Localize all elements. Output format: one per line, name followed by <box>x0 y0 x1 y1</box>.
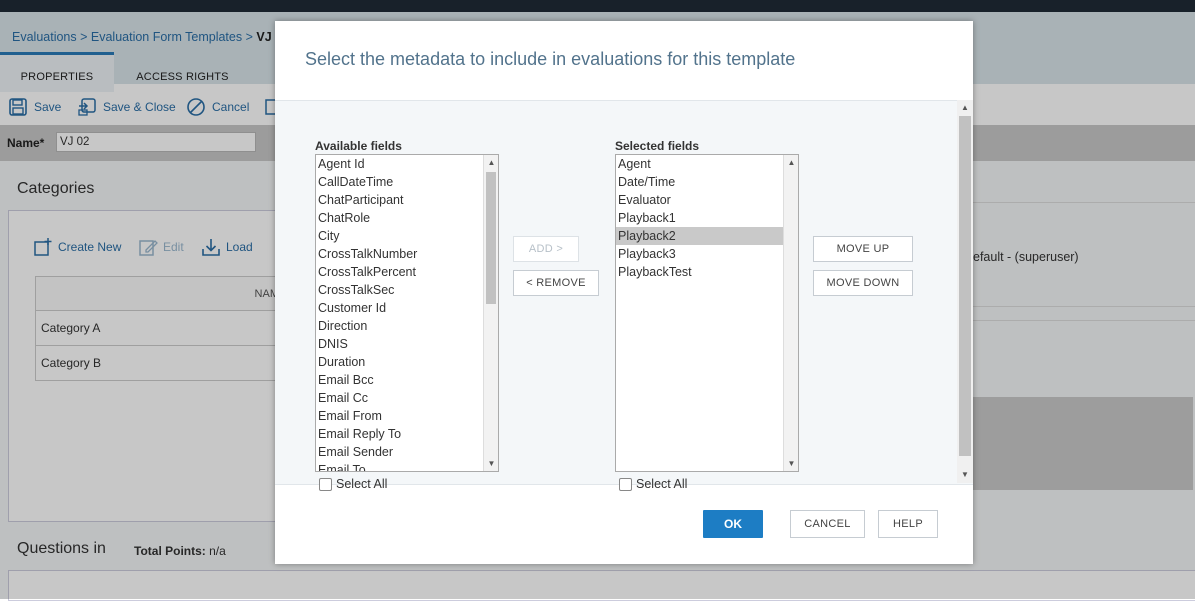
list-item[interactable]: ChatParticipant <box>316 191 498 209</box>
list-item[interactable]: Email Reply To <box>316 425 498 443</box>
list-item[interactable]: PlaybackTest <box>616 263 798 281</box>
list-item[interactable]: CallDateTime <box>316 173 498 191</box>
scroll-down-icon[interactable]: ▼ <box>484 456 498 471</box>
dialog-scrollbar[interactable]: ▲ ▼ <box>957 100 973 483</box>
selected-fields-list[interactable]: Agent Date/Time Evaluator Playback1 Playback… <box>615 154 799 472</box>
cancel-button[interactable]: CANCEL <box>790 510 865 538</box>
selected-list-scrollbar[interactable]: ▲ ▼ <box>783 155 798 471</box>
selected-select-all[interactable]: Select All <box>619 477 687 491</box>
available-fields-label: Available fields <box>315 139 402 153</box>
scroll-down-icon[interactable]: ▼ <box>784 456 798 471</box>
scroll-up-icon[interactable]: ▲ <box>784 155 798 170</box>
list-item[interactable]: Agent <box>616 155 798 173</box>
move-up-button[interactable]: MOVE UP <box>813 236 913 262</box>
metadata-dialog: Select the metadata to include in evalua… <box>275 21 973 564</box>
list-item[interactable]: Email Bcc <box>316 371 498 389</box>
list-item[interactable]: Date/Time <box>616 173 798 191</box>
list-item[interactable]: Email Cc <box>316 389 498 407</box>
list-item[interactable]: Email To <box>316 461 498 471</box>
available-fields-list[interactable]: Agent Id CallDateTime ChatParticipant ChatR… <box>315 154 499 472</box>
select-all-checkbox[interactable] <box>619 477 632 491</box>
scroll-down-icon[interactable]: ▼ <box>957 468 973 482</box>
select-all-label: Select All <box>636 477 688 491</box>
list-item[interactable]: Customer Id <box>316 299 498 317</box>
list-item[interactable]: Playback3 <box>616 245 798 263</box>
help-button[interactable]: HELP <box>878 510 938 538</box>
scroll-thumb[interactable] <box>959 116 971 456</box>
remove-button[interactable]: < REMOVE <box>513 270 599 296</box>
list-item[interactable]: Email Sender <box>316 443 498 461</box>
list-item[interactable]: Email From <box>316 407 498 425</box>
select-all-checkbox[interactable] <box>319 477 332 491</box>
list-item[interactable]: Evaluator <box>616 191 798 209</box>
available-list-scrollbar[interactable]: ▲ ▼ <box>483 155 498 471</box>
available-select-all[interactable]: Select All <box>319 477 387 491</box>
selected-fields-label: Selected fields <box>615 139 700 153</box>
list-item[interactable]: Agent Id <box>316 155 498 173</box>
dialog-body: Available fields Agent Id CallDateTime Cha… <box>275 100 973 491</box>
select-all-label: Select All <box>336 477 388 491</box>
list-item[interactable]: Duration <box>316 353 498 371</box>
list-item[interactable]: CrossTalkSec <box>316 281 498 299</box>
scroll-thumb[interactable] <box>486 172 496 304</box>
add-button[interactable]: ADD > <box>513 236 579 262</box>
list-item[interactable]: CrossTalkPercent <box>316 263 498 281</box>
scroll-up-icon[interactable]: ▲ <box>484 155 498 170</box>
list-item[interactable]: CrossTalkNumber <box>316 245 498 263</box>
dialog-title: Select the metadata to include in evalua… <box>305 49 796 69</box>
scroll-up-icon[interactable]: ▲ <box>957 101 973 115</box>
ok-button[interactable]: OK <box>703 510 763 538</box>
list-item[interactable]: Direction <box>316 317 498 335</box>
list-item[interactable]: ChatRole <box>316 209 498 227</box>
list-item[interactable]: Playback2 <box>616 227 798 245</box>
list-item[interactable]: Playback1 <box>616 209 798 227</box>
move-down-button[interactable]: MOVE DOWN <box>813 270 913 296</box>
list-item[interactable]: DNIS <box>316 335 498 353</box>
list-item[interactable]: City <box>316 227 498 245</box>
